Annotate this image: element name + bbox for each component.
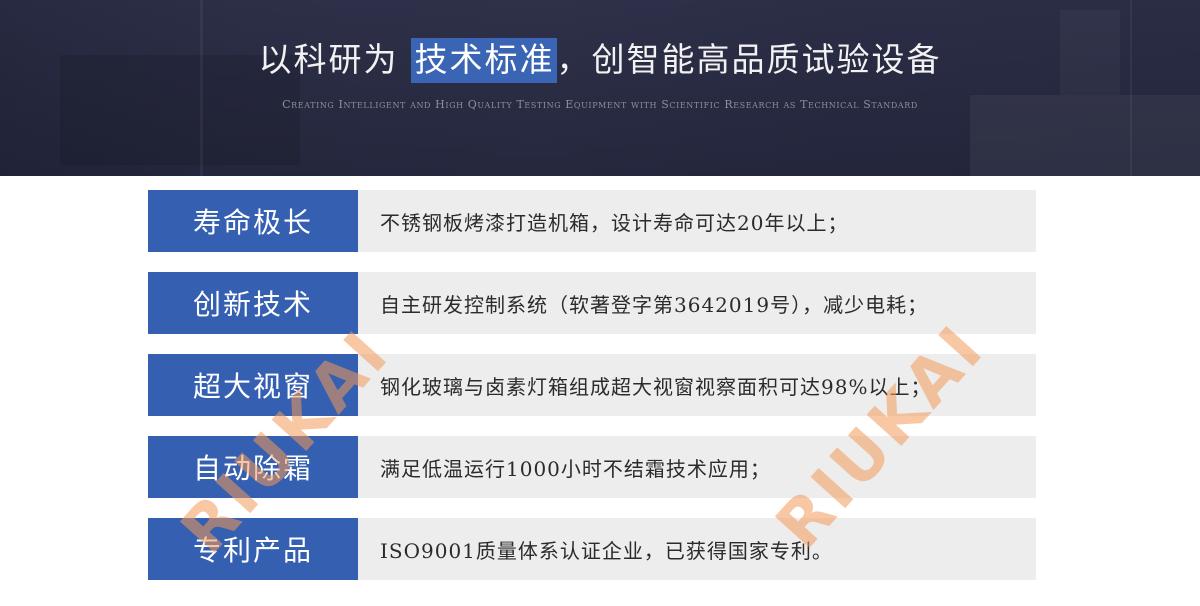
hero-banner: 以科研为 技术标准，创智能高品质试验设备 Creating Intelligent… — [0, 0, 1200, 176]
feature-description: 钢化玻璃与卤素灯箱组成超大视窗视察面积可达98%以上； — [358, 354, 1036, 416]
feature-description: ISO9001质量体系认证企业，已获得国家专利。 — [358, 518, 1036, 580]
banner-headline: 以科研为 技术标准，创智能高品质试验设备 — [0, 33, 1200, 83]
feature-label: 专利产品 — [148, 518, 358, 580]
headline-suffix: ，创智能高品质试验设备 — [556, 40, 942, 79]
feature-label: 创新技术 — [148, 272, 358, 334]
feature-row: 超大视窗 钢化玻璃与卤素灯箱组成超大视窗视察面积可达98%以上； — [148, 354, 1036, 416]
headline-prefix: 以科研为 — [258, 40, 399, 79]
feature-label: 超大视窗 — [148, 354, 358, 416]
feature-row: 创新技术 自主研发控制系统（软著登字第3642019号），减少电耗； — [148, 272, 1036, 334]
banner-background-shape — [1130, 0, 1132, 176]
feature-label: 寿命极长 — [148, 190, 358, 252]
banner-background-shape — [200, 0, 203, 176]
feature-row: 专利产品 ISO9001质量体系认证企业，已获得国家专利。 — [148, 518, 1036, 580]
feature-label: 自动除霜 — [148, 436, 358, 498]
feature-list: 寿命极长 不锈钢板烤漆打造机箱，设计寿命可达20年以上； 创新技术 自主研发控制… — [148, 190, 1036, 600]
feature-description: 不锈钢板烤漆打造机箱，设计寿命可达20年以上； — [358, 190, 1036, 252]
headline-highlight: 技术标准 — [410, 38, 557, 83]
banner-subtitle: Creating Intelligent and High Quality Te… — [282, 98, 918, 111]
feature-row: 寿命极长 不锈钢板烤漆打造机箱，设计寿命可达20年以上； — [148, 190, 1036, 252]
feature-description: 自主研发控制系统（软著登字第3642019号），减少电耗； — [358, 272, 1036, 334]
feature-description: 满足低温运行1000小时不结霜技术应用； — [358, 436, 1036, 498]
feature-row: 自动除霜 满足低温运行1000小时不结霜技术应用； — [148, 436, 1036, 498]
